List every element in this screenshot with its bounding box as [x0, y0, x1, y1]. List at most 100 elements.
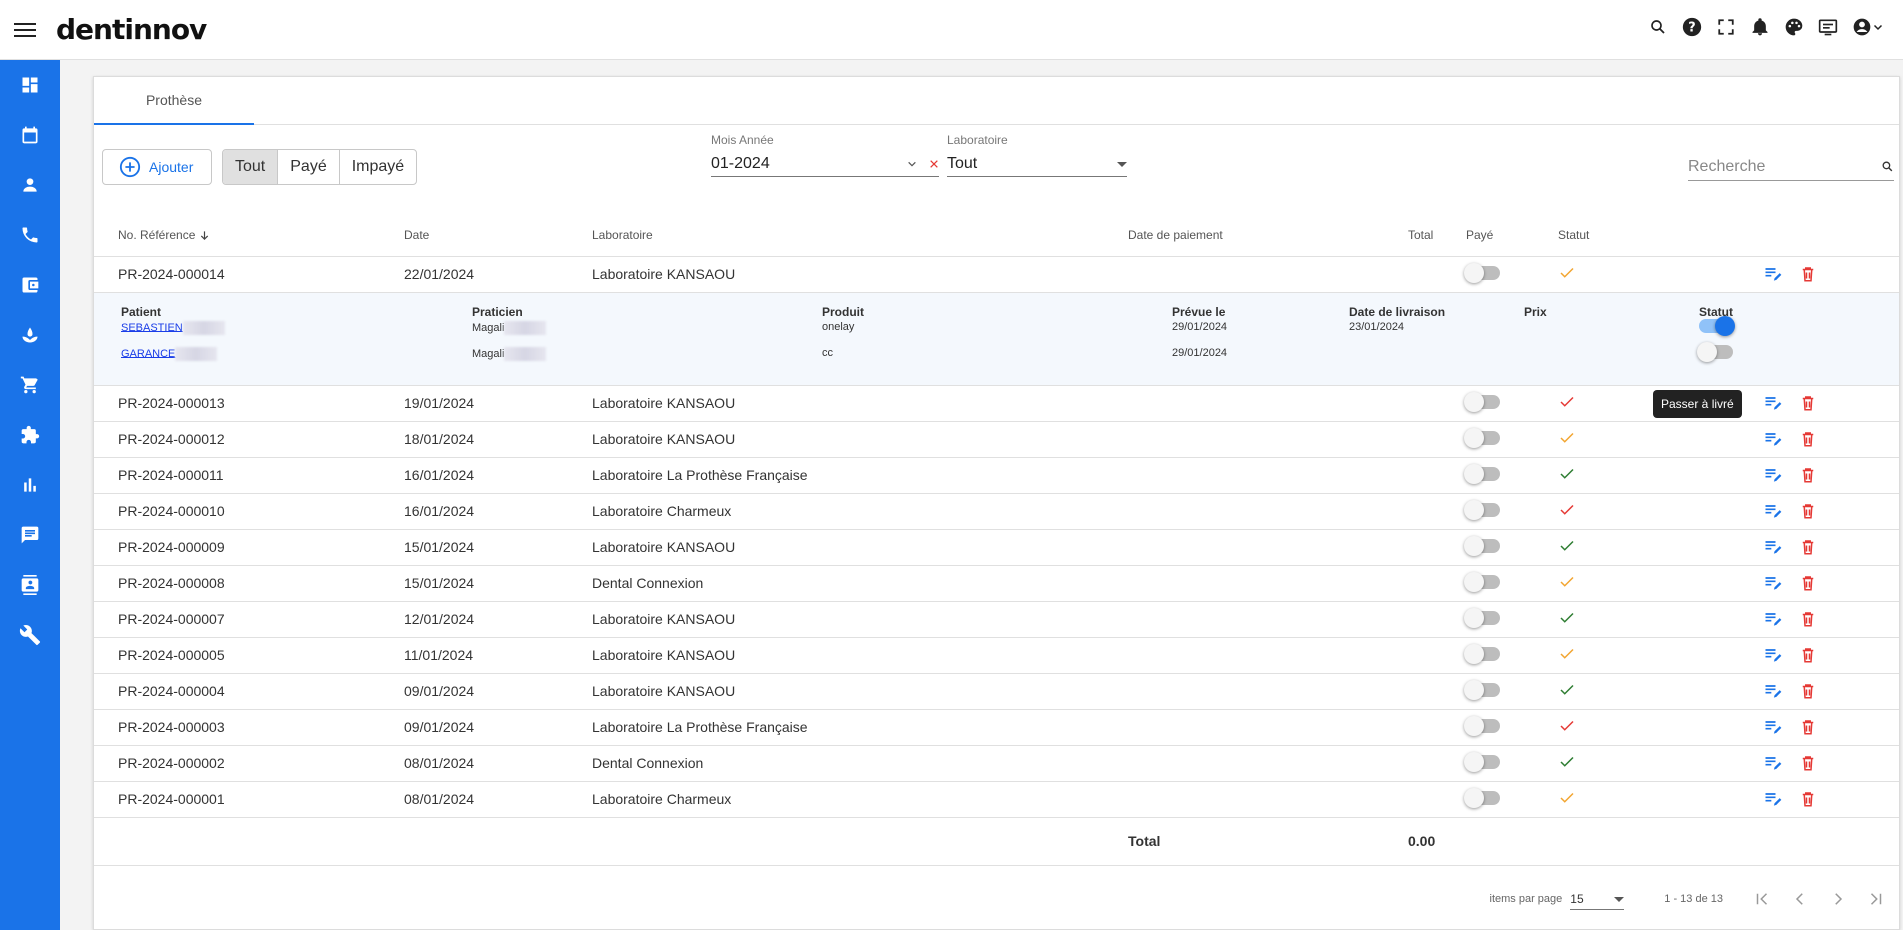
clear-icon[interactable]	[929, 159, 939, 169]
delete-icon[interactable]	[1799, 538, 1817, 556]
column-reference[interactable]: No. Référence	[94, 214, 404, 257]
delete-icon[interactable]	[1799, 265, 1817, 283]
palette-icon[interactable]	[1783, 16, 1805, 38]
table-row[interactable]: PR-2024-000004 09/01/2024 Laboratoire KA…	[94, 673, 1899, 710]
settings-wrench-icon[interactable]	[0, 610, 60, 660]
app-logo[interactable]: dentinnov	[56, 13, 207, 46]
last-page-icon[interactable]	[1867, 890, 1885, 908]
delete-icon[interactable]	[1799, 682, 1817, 700]
delete-icon[interactable]	[1799, 610, 1817, 628]
toggle-switch[interactable]	[1464, 715, 1500, 736]
table-row[interactable]: PR-2024-000007 12/01/2024 Laboratoire KA…	[94, 601, 1899, 638]
page-size-select[interactable]: 15	[1570, 888, 1625, 910]
toggle-switch[interactable]	[1464, 262, 1500, 283]
notifications-icon[interactable]	[1749, 16, 1771, 38]
fullscreen-icon[interactable]	[1715, 16, 1737, 38]
menu-icon[interactable]	[14, 19, 36, 41]
table-row[interactable]: PR-2024-000001 08/01/2024 Laboratoire Ch…	[94, 781, 1899, 818]
filter-paye[interactable]: Payé	[278, 150, 340, 184]
table-row[interactable]: PR-2024-000014 22/01/2024 Laboratoire KA…	[94, 256, 1899, 293]
edit-icon[interactable]	[1763, 501, 1783, 521]
toggle-switch[interactable]	[1464, 607, 1500, 628]
search-input[interactable]	[1688, 157, 1858, 176]
account-icon[interactable]	[1851, 16, 1885, 38]
edit-icon[interactable]	[1763, 681, 1783, 701]
add-button[interactable]: Ajouter	[102, 149, 212, 185]
month-year-field[interactable]: Mois Année 01-2024	[711, 133, 939, 177]
filter-impaye[interactable]: Impayé	[340, 150, 416, 184]
table-row[interactable]: PR-2024-000008 15/01/2024 Dental Connexi…	[94, 565, 1899, 602]
table-row[interactable]: PR-2024-000003 09/01/2024 Laboratoire La…	[94, 709, 1899, 746]
table-row[interactable]: PR-2024-000002 08/01/2024 Dental Connexi…	[94, 745, 1899, 782]
edit-icon[interactable]	[1763, 609, 1783, 629]
table-row[interactable]: PR-2024-000005 11/01/2024 Laboratoire KA…	[94, 637, 1899, 674]
previous-page-icon[interactable]	[1791, 890, 1809, 908]
toggle-switch[interactable]	[1699, 315, 1735, 336]
delete-icon[interactable]	[1799, 790, 1817, 808]
phone-icon[interactable]	[0, 210, 60, 260]
treatment-icon[interactable]	[0, 310, 60, 360]
toggle-switch[interactable]	[1464, 499, 1500, 520]
delete-icon[interactable]	[1799, 430, 1817, 448]
message-board-icon[interactable]	[1817, 16, 1839, 38]
extension-icon[interactable]	[0, 410, 60, 460]
search-box[interactable]	[1688, 153, 1894, 181]
search-icon[interactable]	[1647, 16, 1669, 38]
dropdown-arrow-icon	[1614, 896, 1625, 902]
delete-icon[interactable]	[1799, 466, 1817, 484]
sort-arrow-down-icon[interactable]	[199, 230, 210, 241]
detail-row: Patient Praticien Produit Prévue le Date de …	[94, 292, 1899, 386]
edit-icon[interactable]	[1763, 465, 1783, 485]
tab-prothese[interactable]: Prothèse	[94, 77, 254, 125]
edit-icon[interactable]	[1763, 393, 1783, 413]
toggle-switch[interactable]	[1464, 751, 1500, 772]
edit-icon[interactable]	[1763, 264, 1783, 284]
edit-icon[interactable]	[1763, 429, 1783, 449]
toggle-switch[interactable]	[1464, 643, 1500, 664]
contacts-icon[interactable]	[0, 560, 60, 610]
filter-tout[interactable]: Tout	[223, 150, 279, 184]
table-row[interactable]: PR-2024-000010 16/01/2024 Laboratoire Ch…	[94, 493, 1899, 530]
calendar-icon[interactable]	[0, 110, 60, 160]
patient-link[interactable]: GARANCE	[121, 347, 175, 359]
table-row[interactable]: PR-2024-000009 15/01/2024 Laboratoire KA…	[94, 529, 1899, 566]
chat-icon[interactable]	[0, 510, 60, 560]
cart-icon[interactable]	[0, 360, 60, 410]
toggle-switch[interactable]	[1464, 571, 1500, 592]
toggle-switch[interactable]	[1464, 463, 1500, 484]
toggle-switch[interactable]	[1464, 679, 1500, 700]
table-row[interactable]: PR-2024-000013 19/01/2024 Laboratoire KA…	[94, 385, 1899, 422]
next-page-icon[interactable]	[1829, 890, 1847, 908]
cell-reference: PR-2024-000014	[94, 256, 404, 293]
edit-icon[interactable]	[1763, 537, 1783, 557]
toggle-switch[interactable]	[1464, 391, 1500, 412]
first-page-icon[interactable]	[1753, 890, 1771, 908]
stats-icon[interactable]	[0, 460, 60, 510]
delete-icon[interactable]	[1799, 718, 1817, 736]
toggle-switch[interactable]	[1464, 535, 1500, 556]
patient-icon[interactable]	[0, 160, 60, 210]
delete-icon[interactable]	[1799, 646, 1817, 664]
edit-icon[interactable]	[1763, 717, 1783, 737]
edit-icon[interactable]	[1763, 753, 1783, 773]
table-row[interactable]: PR-2024-000012 18/01/2024 Laboratoire KA…	[94, 421, 1899, 458]
wallet-icon[interactable]	[0, 260, 60, 310]
toggle-switch[interactable]	[1697, 341, 1733, 362]
toggle-switch[interactable]	[1464, 427, 1500, 448]
delete-icon[interactable]	[1799, 502, 1817, 520]
delete-icon[interactable]	[1799, 394, 1817, 412]
help-icon[interactable]: ?	[1681, 16, 1703, 38]
edit-icon[interactable]	[1763, 789, 1783, 809]
toggle-switch[interactable]	[1464, 787, 1500, 808]
table-row[interactable]: PR-2024-000011 16/01/2024 Laboratoire La…	[94, 457, 1899, 494]
detail-header: Prévue le	[1172, 304, 1226, 319]
dashboard-icon[interactable]	[0, 60, 60, 110]
edit-icon[interactable]	[1763, 645, 1783, 665]
delete-icon[interactable]	[1799, 754, 1817, 772]
delete-icon[interactable]	[1799, 574, 1817, 592]
chevron-down-icon[interactable]	[907, 159, 917, 169]
laboratory-select[interactable]: Laboratoire Tout	[947, 133, 1127, 177]
redacted-name	[175, 346, 218, 361]
patient-link[interactable]: SEBASTIEN	[121, 321, 183, 333]
edit-icon[interactable]	[1763, 573, 1783, 593]
